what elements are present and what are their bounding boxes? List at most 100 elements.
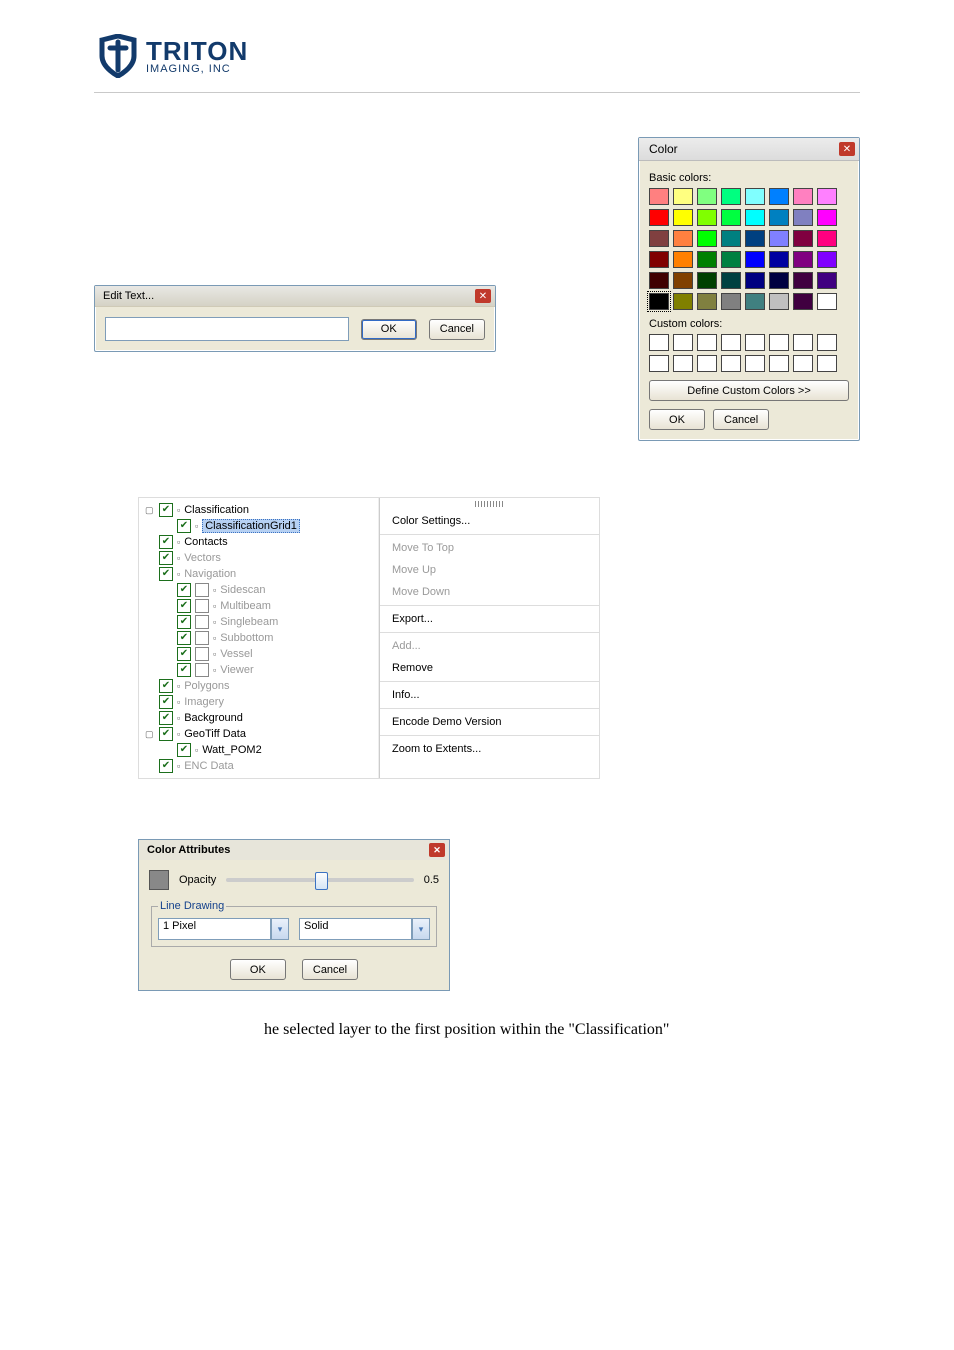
ok-button[interactable]: OK — [361, 319, 417, 340]
basic-swatch[interactable] — [649, 209, 669, 226]
custom-swatch[interactable] — [721, 355, 741, 372]
chevron-down-icon[interactable]: ▾ — [412, 918, 430, 940]
custom-swatch[interactable] — [769, 334, 789, 351]
basic-swatch[interactable] — [649, 188, 669, 205]
tree-node[interactable]: ✔▫Background — [145, 710, 372, 726]
menu-item[interactable]: Encode Demo Version — [380, 711, 599, 733]
custom-swatch[interactable] — [649, 334, 669, 351]
basic-swatch[interactable] — [697, 293, 717, 310]
custom-swatch[interactable] — [673, 334, 693, 351]
custom-swatch[interactable] — [697, 334, 717, 351]
basic-swatch[interactable] — [673, 251, 693, 268]
layer-tree[interactable]: ▢✔▫Classification✔▫ClassificationGrid1✔▫… — [139, 498, 379, 778]
tree-node[interactable]: ✔▫Vessel — [145, 646, 372, 662]
basic-swatch[interactable] — [769, 230, 789, 247]
basic-swatch[interactable] — [673, 230, 693, 247]
basic-swatch[interactable] — [793, 272, 813, 289]
define-custom-colors-button[interactable]: Define Custom Colors >> — [649, 380, 849, 401]
line-style-select[interactable]: Solid ▾ — [299, 918, 430, 940]
basic-swatch[interactable] — [817, 251, 837, 268]
tree-node[interactable]: ✔▫Subbottom — [145, 630, 372, 646]
tree-node[interactable]: ✔▫Viewer — [145, 662, 372, 678]
basic-swatch[interactable] — [769, 209, 789, 226]
basic-swatch[interactable] — [673, 272, 693, 289]
basic-swatch[interactable] — [745, 209, 765, 226]
basic-swatch[interactable] — [793, 251, 813, 268]
cancel-button[interactable]: Cancel — [302, 959, 358, 980]
tree-node[interactable]: ✔▫Imagery — [145, 694, 372, 710]
ok-button[interactable]: OK — [230, 959, 286, 980]
basic-swatch[interactable] — [817, 272, 837, 289]
menu-item[interactable]: Export... — [380, 608, 599, 630]
basic-swatch[interactable] — [673, 293, 693, 310]
tree-node[interactable]: ✔▫ClassificationGrid1 — [145, 518, 372, 534]
edit-text-input[interactable] — [105, 317, 349, 341]
basic-swatch[interactable] — [697, 272, 717, 289]
custom-swatch[interactable] — [745, 355, 765, 372]
custom-swatch[interactable] — [673, 355, 693, 372]
tree-node[interactable]: ✔▫Sidescan — [145, 582, 372, 598]
basic-swatch[interactable] — [721, 209, 741, 226]
custom-swatch[interactable] — [817, 355, 837, 372]
custom-swatch[interactable] — [745, 334, 765, 351]
line-width-select[interactable]: 1 Pixel ▾ — [158, 918, 289, 940]
basic-swatch[interactable] — [793, 293, 813, 310]
tree-node[interactable]: ✔▫Navigation — [145, 566, 372, 582]
basic-swatch[interactable] — [817, 293, 837, 310]
basic-swatch[interactable] — [769, 188, 789, 205]
menu-item[interactable]: Color Settings... — [380, 510, 599, 532]
custom-swatch[interactable] — [793, 355, 813, 372]
basic-swatch[interactable] — [649, 272, 669, 289]
close-icon[interactable]: ✕ — [429, 843, 445, 857]
basic-swatch[interactable] — [745, 293, 765, 310]
basic-swatch[interactable] — [817, 230, 837, 247]
basic-swatch[interactable] — [649, 230, 669, 247]
ok-button[interactable]: OK — [649, 409, 705, 430]
tree-node[interactable]: ✔▫Watt_POM2 — [145, 742, 372, 758]
custom-swatch[interactable] — [721, 334, 741, 351]
basic-swatch[interactable] — [793, 209, 813, 226]
basic-swatch[interactable] — [745, 188, 765, 205]
basic-swatch[interactable] — [793, 230, 813, 247]
basic-swatch[interactable] — [721, 188, 741, 205]
basic-swatch[interactable] — [697, 188, 717, 205]
basic-swatch[interactable] — [745, 230, 765, 247]
basic-swatch[interactable] — [793, 188, 813, 205]
tree-node[interactable]: ✔▫Contacts — [145, 534, 372, 550]
close-icon[interactable]: ✕ — [839, 142, 855, 156]
basic-swatch[interactable] — [649, 251, 669, 268]
basic-swatch[interactable] — [769, 293, 789, 310]
custom-swatch[interactable] — [697, 355, 717, 372]
basic-swatch[interactable] — [721, 272, 741, 289]
basic-swatch[interactable] — [721, 293, 741, 310]
basic-swatch[interactable] — [817, 188, 837, 205]
basic-swatch[interactable] — [769, 251, 789, 268]
basic-swatch[interactable] — [745, 272, 765, 289]
close-icon[interactable]: ✕ — [475, 289, 491, 303]
basic-swatch[interactable] — [673, 188, 693, 205]
basic-swatch[interactable] — [697, 209, 717, 226]
basic-swatch[interactable] — [673, 209, 693, 226]
basic-swatch[interactable] — [721, 230, 741, 247]
tree-node[interactable]: ▢✔▫Classification — [145, 502, 372, 518]
custom-swatch[interactable] — [769, 355, 789, 372]
custom-swatch[interactable] — [793, 334, 813, 351]
basic-swatch[interactable] — [721, 251, 741, 268]
tree-node[interactable]: ✔▫Singlebeam — [145, 614, 372, 630]
opacity-slider[interactable] — [226, 878, 413, 882]
basic-swatch[interactable] — [697, 230, 717, 247]
chevron-down-icon[interactable]: ▾ — [271, 918, 289, 940]
basic-swatch[interactable] — [817, 209, 837, 226]
basic-swatch[interactable] — [745, 251, 765, 268]
tree-node[interactable]: ▢✔▫GeoTiff Data — [145, 726, 372, 742]
menu-item[interactable]: Zoom to Extents... — [380, 738, 599, 760]
custom-swatch[interactable] — [649, 355, 669, 372]
tree-node[interactable]: ✔▫Multibeam — [145, 598, 372, 614]
tree-node[interactable]: ✔▫Polygons — [145, 678, 372, 694]
basic-swatch[interactable] — [769, 272, 789, 289]
cancel-button[interactable]: Cancel — [713, 409, 769, 430]
basic-swatch[interactable] — [649, 293, 669, 310]
slider-thumb[interactable] — [315, 872, 328, 890]
basic-swatch[interactable] — [697, 251, 717, 268]
cancel-button[interactable]: Cancel — [429, 319, 485, 340]
